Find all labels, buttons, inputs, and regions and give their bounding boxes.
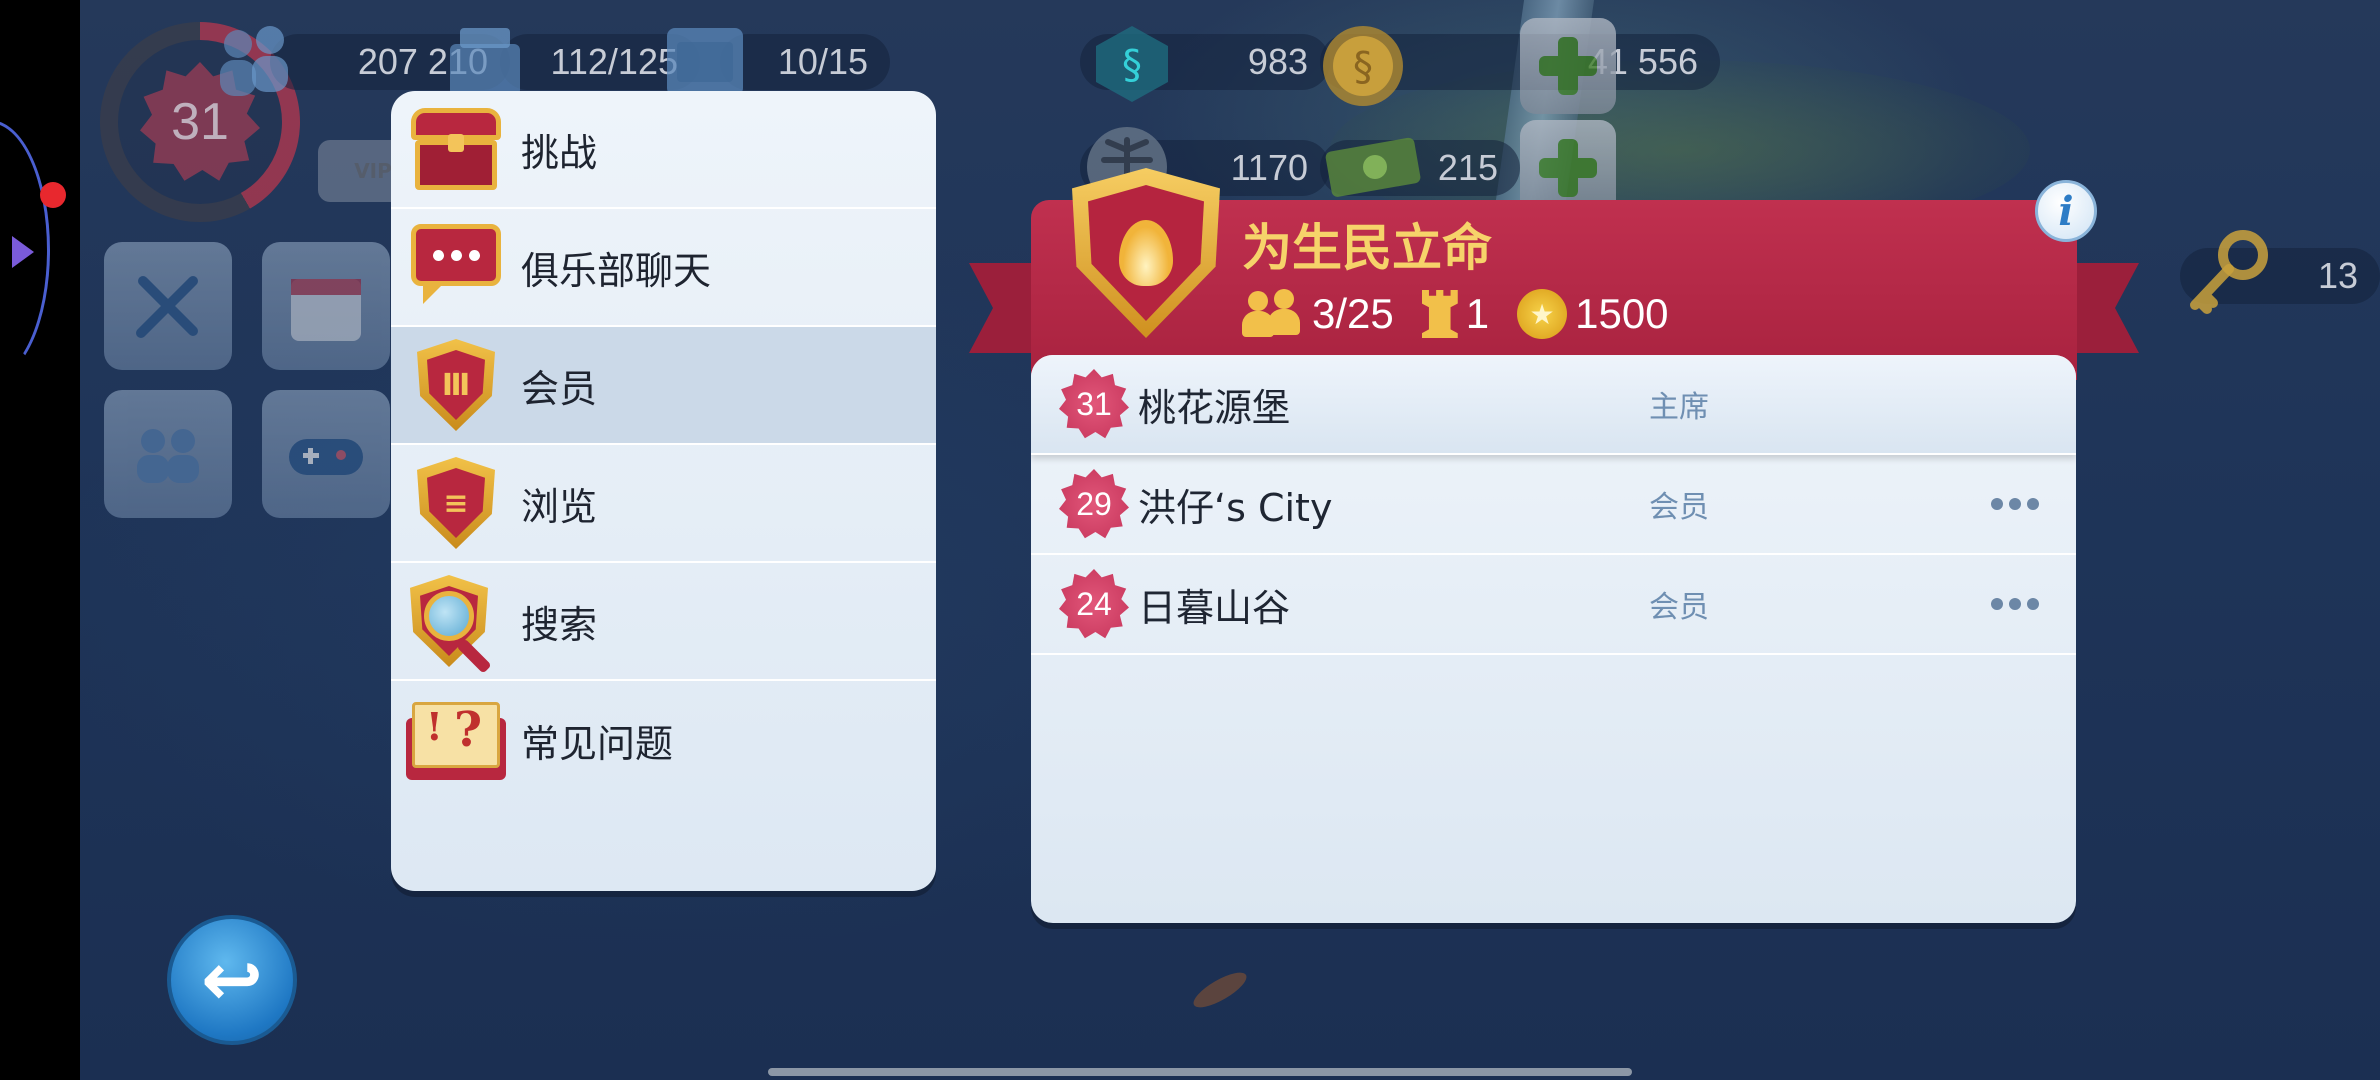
side-panel-handle-icon[interactable]	[12, 236, 34, 268]
club-info-button[interactable]: i	[2035, 180, 2097, 242]
menu-item-browse[interactable]: ≡ 浏览	[391, 445, 936, 563]
tools-button[interactable]	[104, 242, 232, 370]
member-level-badge: 31	[1059, 369, 1129, 439]
member-role: 会员	[1649, 490, 1709, 525]
more-options-icon[interactable]	[1991, 598, 2039, 610]
simoleon-coin-icon: §	[1315, 18, 1411, 114]
members-count: 3/25	[1312, 290, 1394, 337]
simcash-icon: §	[1090, 22, 1174, 106]
menu-item-label: 常见问题	[521, 721, 674, 766]
club-points-icon: ★	[1517, 289, 1568, 339]
club-members-panel: 31 桃花源堡 主席 29 洪仔‘s City 会员 24 日暮山谷 会员	[1031, 355, 2076, 923]
member-level-badge: 24	[1059, 569, 1129, 639]
menu-item-label: 俱乐部聊天	[521, 248, 712, 293]
club-menu-panel: 挑战 俱乐部聊天 Ⅲ 会员 ≡ 浏览 搜索 !? 常见问题	[391, 91, 936, 891]
chat-bubble-icon	[411, 224, 501, 310]
calendar-button[interactable]	[262, 242, 390, 370]
club-stats: 3/25 1 ★ 1500	[1240, 286, 1697, 342]
rank-tower-icon	[1421, 290, 1458, 338]
menu-item-challenge[interactable]: 挑战	[391, 91, 936, 209]
recording-indicator	[40, 182, 66, 208]
member-row[interactable]: 29 洪仔‘s City 会员	[1031, 455, 2076, 555]
gamepad-icon	[289, 439, 363, 475]
people-group-icon	[137, 429, 199, 483]
golden-key-icon	[2177, 225, 2277, 325]
search-icon	[410, 575, 502, 674]
faq-book-icon: !?	[406, 698, 506, 782]
browse-shield-icon: ≡	[417, 457, 495, 549]
svg-text:§: §	[1353, 44, 1373, 90]
menu-item-faq[interactable]: !? 常见问题	[391, 681, 936, 799]
club-name: 为生民立命	[1242, 219, 1492, 277]
member-name: 日暮山谷	[1138, 585, 1291, 630]
member-role: 主席	[1649, 390, 1709, 425]
members-count-icon	[1240, 289, 1304, 339]
club-rank: 1	[1465, 290, 1490, 337]
chest-icon	[411, 108, 501, 190]
games-button[interactable]	[262, 390, 390, 518]
population-icon	[210, 22, 300, 102]
add-coins-button[interactable]	[1520, 18, 1616, 114]
menu-item-club-chat[interactable]: 俱乐部聊天	[391, 209, 936, 327]
menu-item-label: 搜索	[521, 602, 598, 647]
club-points: 1500	[1575, 290, 1669, 337]
back-button[interactable]: ↪	[167, 915, 297, 1045]
menu-item-label: 浏览	[521, 484, 598, 529]
member-level-badge: 29	[1059, 469, 1129, 539]
member-row[interactable]: 31 桃花源堡 主席	[1031, 355, 2076, 455]
cash-bill-icon	[1320, 130, 1430, 200]
system-left-strip	[0, 0, 80, 1080]
menu-item-members[interactable]: Ⅲ 会员	[391, 327, 936, 445]
menu-item-label: 会员	[521, 366, 598, 411]
member-role: 会员	[1649, 590, 1709, 625]
calendar-icon	[291, 279, 361, 341]
club-button[interactable]	[104, 390, 232, 518]
member-name: 桃花源堡	[1138, 385, 1291, 430]
wrench-screwdriver-icon	[136, 276, 198, 338]
menu-item-search[interactable]: 搜索	[391, 563, 936, 681]
menu-item-label: 挑战	[521, 130, 598, 175]
svg-text:§: §	[1122, 42, 1142, 88]
club-shield-icon: Ⅲ	[417, 339, 495, 431]
game-viewport: 31 VIP 207 210 112/125 10/15 983 § 41 55…	[80, 0, 2380, 1080]
boat	[1189, 966, 1251, 1014]
member-row[interactable]: 24 日暮山谷 会员	[1031, 555, 2076, 655]
back-arrow-icon: ↪	[200, 937, 263, 1023]
more-options-icon[interactable]	[1991, 498, 2039, 510]
member-name: 洪仔‘s City	[1138, 485, 1333, 530]
system-home-bar[interactable]	[768, 1068, 1632, 1076]
